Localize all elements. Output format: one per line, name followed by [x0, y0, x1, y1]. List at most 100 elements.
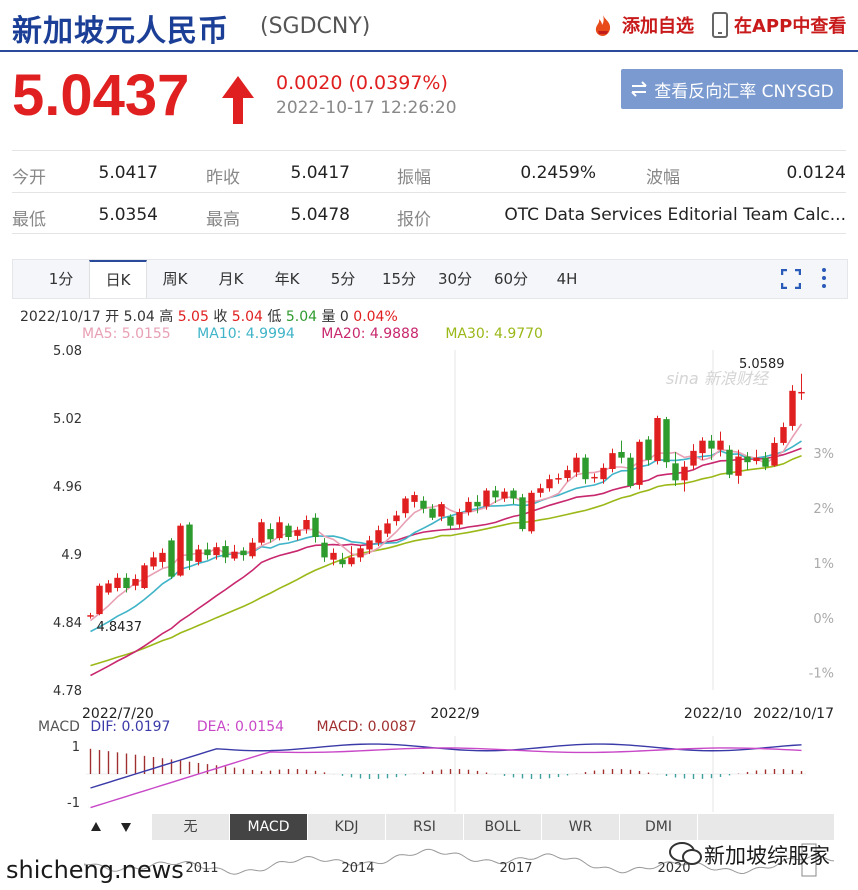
tab-yearly[interactable]: 年K — [259, 260, 315, 298]
tab-4h[interactable]: 4H — [539, 260, 595, 298]
candle — [501, 488, 508, 502]
tab-kdj[interactable]: KDJ — [308, 814, 386, 840]
candle-body — [456, 512, 463, 525]
candle-body — [762, 457, 769, 467]
tab-none[interactable]: 无 — [152, 814, 230, 840]
candle-body — [501, 491, 508, 499]
candle — [573, 453, 580, 477]
candle — [339, 552, 346, 568]
stat-label: 今开 — [12, 168, 46, 188]
info-close: 5.04 — [231, 309, 263, 325]
header: 新加坡元人民币 (SGDCNY) 添加自选 在APP中查看 — [0, 0, 858, 52]
info-high: 5.05 — [177, 309, 209, 325]
timeline-year-label: 2017 — [499, 861, 532, 876]
candle — [159, 548, 166, 568]
arrow-up-icon[interactable] — [90, 821, 102, 833]
more-icon[interactable] — [819, 266, 829, 290]
candle — [645, 436, 652, 466]
tab-macd[interactable]: MACD — [230, 814, 308, 840]
dea-line — [90, 747, 802, 809]
candle — [150, 551, 157, 570]
candle-body — [582, 457, 589, 480]
candle-body — [465, 501, 472, 513]
macd-value-label: MACD: 0.0087 — [316, 719, 417, 735]
candle-body — [681, 466, 688, 481]
stat-value: 5.0417 — [98, 163, 158, 183]
candle-body — [105, 583, 112, 593]
candle — [627, 453, 634, 489]
candle — [132, 574, 139, 591]
candle-body — [438, 504, 445, 517]
candle — [276, 516, 283, 541]
candle-info: 2022/10/17 开 5.04 高 5.05 收 5.04 低 5.04 量… — [20, 306, 398, 326]
tab-boll[interactable]: BOLL — [464, 814, 542, 840]
candle-body — [474, 501, 481, 507]
candle — [384, 518, 391, 537]
candle-body — [357, 548, 364, 558]
candle-body — [177, 525, 184, 576]
open-app-label: 在APP中查看 — [734, 16, 847, 37]
candle-body — [483, 490, 490, 507]
candle — [222, 540, 229, 564]
candle-body — [726, 449, 733, 475]
x-tick-label: 2022/9 — [430, 706, 479, 720]
tab-dmi[interactable]: DMI — [620, 814, 698, 840]
stat-label: 波幅 — [646, 168, 680, 188]
site-watermark: shicheng.news — [6, 856, 184, 884]
candle-body — [636, 441, 643, 485]
candle-body — [132, 578, 139, 586]
up-arrow-icon — [222, 76, 254, 124]
info-pct: 0.04% — [353, 309, 398, 325]
tab-daily[interactable]: 日K — [89, 260, 147, 298]
tab-monthly[interactable]: 月K — [203, 260, 259, 298]
candle — [456, 508, 463, 528]
info-high-label: 高 — [159, 309, 174, 325]
candle-body — [699, 440, 706, 454]
candle — [357, 544, 364, 562]
tab-1min[interactable]: 1分 — [33, 260, 89, 298]
max-annotation: 5.0589 — [739, 357, 785, 372]
wechat-icon — [668, 840, 704, 868]
stats-row: 今开 5.0417 昨收 5.0417 振幅 0.2459% 波幅 0.0124 — [12, 150, 846, 191]
candle-body — [87, 615, 94, 617]
candle-body — [186, 524, 193, 561]
stat-label: 最高 — [206, 210, 240, 230]
candle — [420, 496, 427, 514]
current-price: 5.0437 — [12, 63, 190, 128]
swap-icon — [631, 81, 647, 97]
candle-body — [537, 488, 544, 493]
candle-body — [447, 516, 454, 526]
stat-value: 5.0354 — [98, 205, 158, 225]
candlestick-chart[interactable]: 5.085.024.964.94.844.783%2%1%0%-1%sina 新… — [0, 340, 858, 720]
candle — [312, 513, 319, 543]
info-volume: 0 — [339, 309, 349, 325]
arrow-down-icon[interactable] — [120, 821, 132, 833]
info-volume-label: 量 — [321, 309, 336, 325]
timeline-year-label: 2011 — [185, 861, 218, 876]
macd-title: MACD — [38, 719, 80, 735]
candle — [186, 522, 193, 570]
add-favorite-button[interactable]: 添加自选 — [590, 12, 694, 38]
tab-5min[interactable]: 5分 — [315, 260, 371, 298]
candle — [204, 542, 211, 560]
tab-rsi[interactable]: RSI — [386, 814, 464, 840]
candle — [510, 488, 517, 505]
candle — [87, 612, 94, 619]
tab-60min[interactable]: 60分 — [483, 260, 539, 298]
tab-wr[interactable]: WR — [542, 814, 620, 840]
candle — [240, 547, 247, 561]
candle-body — [213, 547, 220, 556]
candle-body — [402, 498, 409, 514]
reverse-rate-button[interactable]: 查看反向汇率 CNYSGD — [621, 69, 843, 109]
candle-body — [285, 525, 292, 537]
tab-30min[interactable]: 30分 — [427, 260, 483, 298]
tab-15min[interactable]: 15分 — [371, 260, 427, 298]
candle-body — [627, 457, 634, 486]
stats-row: 最低 5.0354 最高 5.0478 报价 OTC Data Services… — [12, 192, 846, 234]
open-app-button[interactable]: 在APP中查看 — [712, 12, 846, 38]
fullscreen-icon[interactable] — [781, 269, 801, 289]
info-open: 5.04 — [123, 309, 155, 325]
stat-label: 昨收 — [206, 168, 240, 188]
tab-weekly[interactable]: 周K — [147, 260, 203, 298]
candle — [618, 440, 625, 464]
